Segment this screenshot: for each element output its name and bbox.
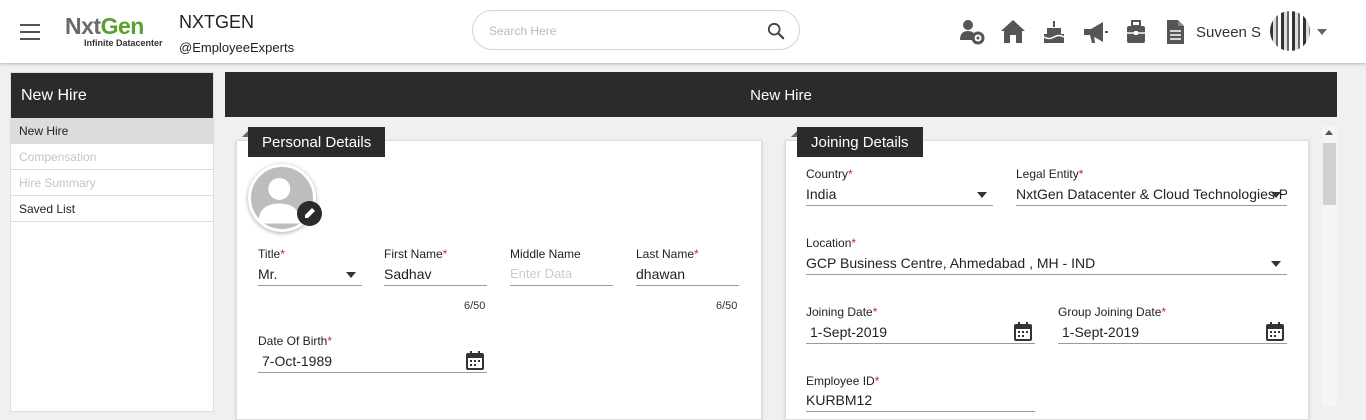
dob-field[interactable]: 7-Oct-1989: [258, 351, 487, 373]
middle-name-field[interactable]: Enter Data: [510, 264, 613, 286]
first-name-field[interactable]: Sadhav: [384, 264, 487, 286]
org-handle: @EmployeeExperts: [179, 40, 295, 55]
chevron-down-icon: [977, 192, 987, 198]
user-name[interactable]: Suveen S: [1196, 24, 1261, 41]
nxtgen-logo[interactable]: NxtGen Infinite Datacenter: [65, 14, 170, 54]
pencil-icon: [305, 208, 315, 218]
sidebar-item-hire-summary: Hire Summary: [11, 170, 213, 196]
personal-details-tab: Personal Details: [248, 127, 386, 157]
group-joining-date-field[interactable]: 1-Sept-2019: [1058, 322, 1287, 344]
legal-entity-select[interactable]: NxtGen Datacenter & Cloud Technologies P…: [1016, 184, 1287, 206]
birthday-cake-icon[interactable]: [1040, 16, 1068, 48]
last-name-label: Last Name*: [636, 247, 699, 261]
chevron-down-icon: [346, 272, 356, 278]
home-icon[interactable]: [999, 16, 1027, 48]
first-name-counter: 6/50: [464, 300, 486, 312]
title-label: Title*: [258, 247, 285, 261]
page-title: New Hire: [225, 72, 1337, 117]
calendar-icon[interactable]: [1265, 320, 1285, 342]
country-label: Country*: [806, 167, 853, 181]
sidebar-item-saved-list[interactable]: Saved List: [11, 196, 213, 222]
title-select[interactable]: Mr.: [258, 264, 362, 286]
briefcase-icon[interactable]: [1122, 16, 1150, 48]
sidebar-item-compensation: Compensation: [11, 144, 213, 170]
chevron-down-icon[interactable]: [1317, 29, 1327, 35]
menu-icon[interactable]: [20, 24, 40, 40]
org-info: NXTGEN @EmployeeExperts: [179, 12, 294, 55]
legal-entity-label: Legal Entity*: [1016, 167, 1084, 181]
last-name-counter: 6/50: [716, 300, 738, 312]
last-name-field[interactable]: dhawan: [636, 264, 739, 286]
middle-name-label: Middle Name: [510, 247, 581, 261]
location-select[interactable]: GCP Business Centre, Ahmedabad , MH - IN…: [806, 253, 1287, 275]
sidebar-item-new-hire[interactable]: New Hire: [11, 118, 213, 144]
top-bar: NxtGen Infinite Datacenter NXTGEN @Emplo…: [0, 0, 1366, 63]
country-select[interactable]: India: [806, 184, 993, 206]
scroll-up-arrow[interactable]: [1325, 130, 1333, 135]
joining-date-field[interactable]: 1-Sept-2019: [806, 322, 1035, 344]
search-input[interactable]: [489, 21, 759, 41]
joining-date-label: Joining Date*: [806, 305, 878, 319]
employee-id-field[interactable]: KURBM12: [806, 390, 1035, 412]
joining-details-tab: Joining Details: [797, 127, 923, 157]
org-name: NXTGEN: [179, 12, 255, 32]
employee-id-label: Employee ID*: [806, 374, 880, 388]
calendar-icon[interactable]: [1013, 320, 1033, 342]
search-icon[interactable]: [767, 22, 785, 40]
calendar-icon[interactable]: [465, 349, 485, 371]
vertical-scrollbar[interactable]: [1322, 126, 1337, 406]
edit-photo-button[interactable]: [297, 201, 322, 226]
chevron-down-icon: [1271, 192, 1281, 198]
location-label: Location*: [806, 236, 857, 250]
search-box: [472, 10, 800, 50]
sidebar-title: New Hire: [11, 73, 213, 118]
dob-label: Date Of Birth*: [258, 334, 333, 348]
sidebar: New Hire New Hire Compensation Hire Summ…: [10, 72, 214, 412]
avatar[interactable]: [1270, 11, 1310, 51]
chevron-down-icon: [1271, 261, 1281, 267]
document-icon[interactable]: [1161, 16, 1189, 48]
scroll-thumb[interactable]: [1323, 143, 1336, 205]
first-name-label: First Name*: [384, 247, 448, 261]
team-settings-icon[interactable]: [958, 16, 986, 48]
group-joining-date-label: Group Joining Date*: [1058, 305, 1167, 319]
megaphone-icon[interactable]: [1081, 16, 1109, 48]
